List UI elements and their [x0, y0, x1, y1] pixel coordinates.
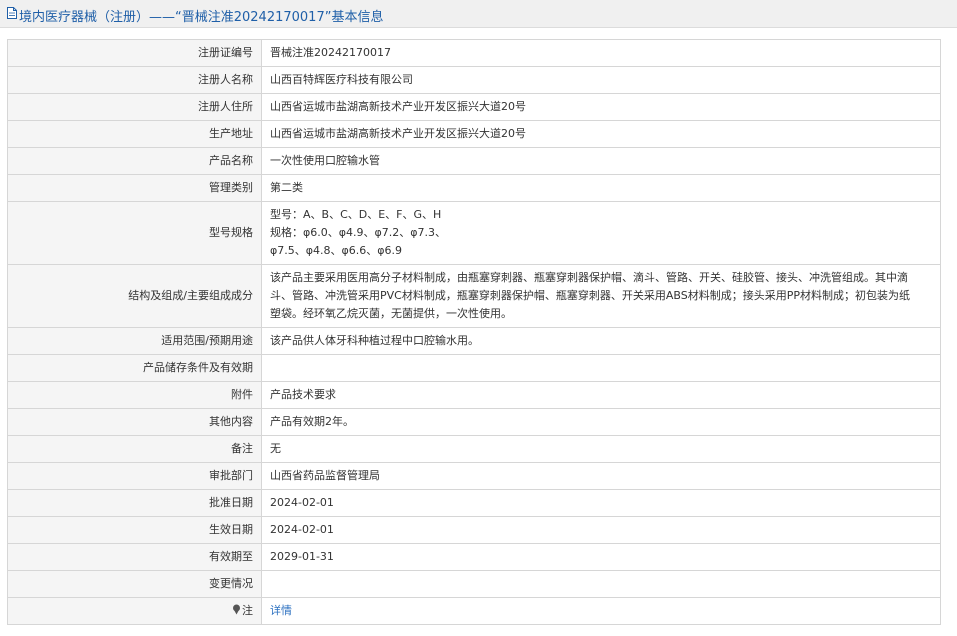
table-row: 注 详情	[7, 597, 941, 625]
row-value: 产品有效期2年。	[261, 408, 941, 436]
table-row: 变更情况	[7, 570, 941, 598]
row-value: 晋械注准20242170017	[261, 39, 941, 67]
row-label: 批准日期	[7, 489, 262, 517]
table-row: 审批部门 山西省药品监督管理局	[7, 462, 941, 490]
row-value: 山西省运城市盐湖高新技术产业开发区振兴大道20号	[261, 120, 941, 148]
row-label: 生产地址	[7, 120, 262, 148]
row-label: 结构及组成/主要组成成分	[7, 264, 262, 328]
document-icon	[7, 7, 17, 19]
table-row: 生效日期 2024-02-01	[7, 516, 941, 544]
value-line: 斗、管路、冲洗管采用PVC材料制成，瓶塞穿刺器保护帽、瓶塞穿刺器、开关采用ABS…	[270, 289, 910, 302]
row-label-note: 注	[7, 597, 262, 625]
row-label: 附件	[7, 381, 262, 409]
value-line: 塑袋。经环氧乙烷灭菌，无菌提供，一次性使用。	[270, 307, 512, 320]
row-value: 第二类	[261, 174, 941, 202]
table-row: 型号规格 型号：A、B、C、D、E、F、G、H 规格：φ6.0、φ4.9、φ7.…	[7, 201, 941, 265]
page-title: 境内医疗器械（注册）——“晋械注准20242170017”基本信息	[19, 10, 384, 25]
row-value: 山西省运城市盐湖高新技术产业开发区振兴大道20号	[261, 93, 941, 121]
row-value: 2024-02-01	[261, 489, 941, 517]
detail-link[interactable]: 详情	[270, 604, 292, 617]
page-header: 境内医疗器械（注册）——“晋械注准20242170017”基本信息	[0, 0, 957, 28]
row-value: 2024-02-01	[261, 516, 941, 544]
table-row: 生产地址 山西省运城市盐湖高新技术产业开发区振兴大道20号	[7, 120, 941, 148]
table-row: 适用范围/预期用途 该产品供人体牙科种植过程中口腔输水用。	[7, 327, 941, 355]
table-row: 管理类别 第二类	[7, 174, 941, 202]
row-label: 适用范围/预期用途	[7, 327, 262, 355]
table-row: 有效期至 2029-01-31	[7, 543, 941, 571]
row-value: 无	[261, 435, 941, 463]
row-value: 一次性使用口腔输水管	[261, 147, 941, 175]
value-line: 该产品主要采用医用高分子材料制成，由瓶塞穿刺器、瓶塞穿刺器保护帽、滴斗、管路、开…	[270, 271, 908, 284]
row-label: 其他内容	[7, 408, 262, 436]
table-row: 注册人名称 山西百特辉医疗科技有限公司	[7, 66, 941, 94]
table-row: 其他内容 产品有效期2年。	[7, 408, 941, 436]
note-label: 注	[242, 604, 253, 617]
table-row: 批准日期 2024-02-01	[7, 489, 941, 517]
value-line: φ7.5、φ4.8、φ6.6、φ6.9	[270, 244, 402, 257]
info-table: 注册证编号 晋械注准20242170017 注册人名称 山西百特辉医疗科技有限公…	[7, 39, 941, 625]
value-line: 型号：A、B、C、D、E、F、G、H	[270, 208, 442, 221]
row-label: 产品名称	[7, 147, 262, 175]
table-row: 产品名称 一次性使用口腔输水管	[7, 147, 941, 175]
table-row: 注册证编号 晋械注准20242170017	[7, 39, 941, 67]
row-label: 注册人住所	[7, 93, 262, 121]
table-row: 附件 产品技术要求	[7, 381, 941, 409]
row-value	[261, 354, 941, 382]
row-value: 山西百特辉医疗科技有限公司	[261, 66, 941, 94]
table-row: 注册人住所 山西省运城市盐湖高新技术产业开发区振兴大道20号	[7, 93, 941, 121]
row-label: 注册证编号	[7, 39, 262, 67]
row-value: 该产品供人体牙科种植过程中口腔输水用。	[261, 327, 941, 355]
row-label: 变更情况	[7, 570, 262, 598]
row-value: 详情	[261, 597, 941, 625]
row-value: 山西省药品监督管理局	[261, 462, 941, 490]
table-row: 结构及组成/主要组成成分 该产品主要采用医用高分子材料制成，由瓶塞穿刺器、瓶塞穿…	[7, 264, 941, 328]
row-label: 生效日期	[7, 516, 262, 544]
row-label: 有效期至	[7, 543, 262, 571]
pin-icon	[233, 604, 240, 615]
table-row: 备注 无	[7, 435, 941, 463]
row-label: 产品储存条件及有效期	[7, 354, 262, 382]
row-label: 注册人名称	[7, 66, 262, 94]
row-label: 型号规格	[7, 201, 262, 265]
row-value: 型号：A、B、C、D、E、F、G、H 规格：φ6.0、φ4.9、φ7.2、φ7.…	[261, 201, 941, 265]
table-row: 产品储存条件及有效期	[7, 354, 941, 382]
row-label: 备注	[7, 435, 262, 463]
row-value: 该产品主要采用医用高分子材料制成，由瓶塞穿刺器、瓶塞穿刺器保护帽、滴斗、管路、开…	[261, 264, 941, 328]
row-value	[261, 570, 941, 598]
row-value: 2029-01-31	[261, 543, 941, 571]
row-label: 管理类别	[7, 174, 262, 202]
row-label: 审批部门	[7, 462, 262, 490]
value-line: 规格：φ6.0、φ4.9、φ7.2、φ7.3、	[270, 226, 446, 239]
row-value: 产品技术要求	[261, 381, 941, 409]
